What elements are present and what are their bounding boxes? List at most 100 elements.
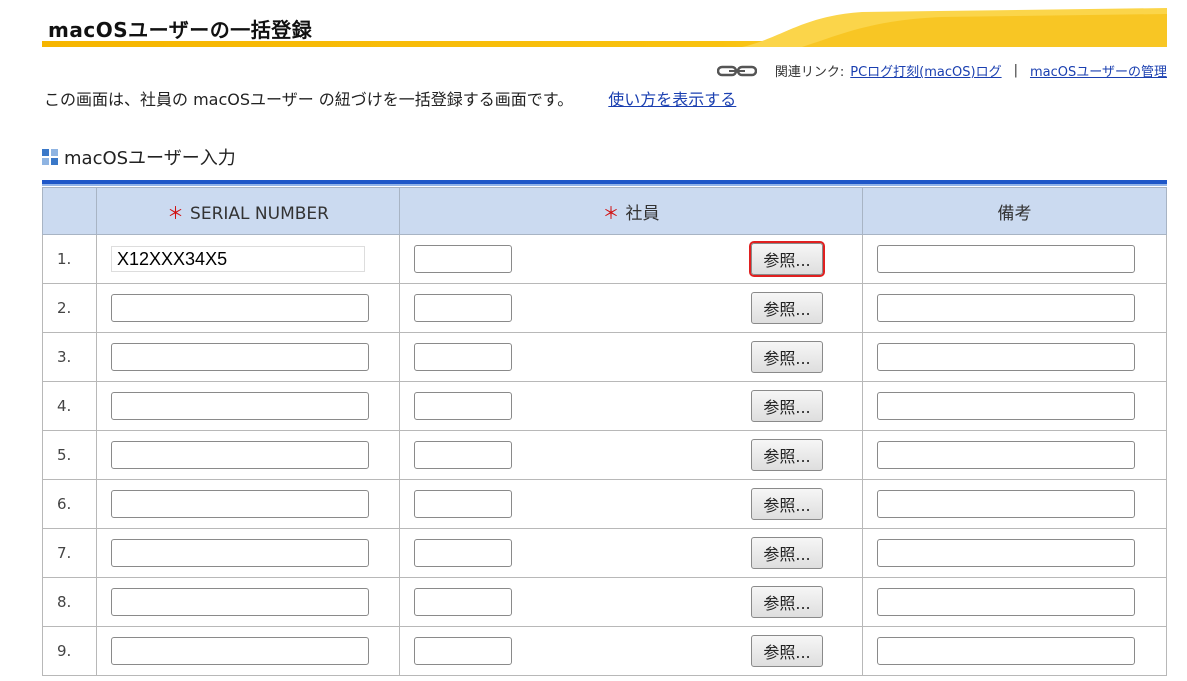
employee-input[interactable] — [414, 245, 512, 273]
note-input[interactable] — [877, 539, 1135, 567]
table-row: 2. 参照... — [42, 283, 1167, 333]
row-number: 8. — [42, 577, 97, 627]
serial-number-input[interactable] — [111, 246, 365, 272]
employee-input[interactable] — [414, 441, 512, 469]
intro-text-row: この画面は、社員の macOSユーザー の紐づけを一括登録する画面です。 使い方… — [44, 86, 736, 110]
note-input[interactable] — [877, 343, 1135, 371]
col-header-number — [42, 187, 97, 235]
note-input[interactable] — [877, 294, 1135, 322]
serial-cell — [96, 332, 400, 382]
row-number: 9. — [42, 626, 97, 676]
employee-cell: 参照... — [399, 234, 863, 284]
table-row: 4. 参照... — [42, 381, 1167, 431]
note-cell — [862, 381, 1167, 431]
employee-input[interactable] — [414, 392, 512, 420]
serial-cell — [96, 528, 400, 578]
reference-button[interactable]: 参照... — [751, 537, 823, 569]
page-title: macOSユーザーの一括登録 — [48, 18, 313, 42]
note-cell — [862, 626, 1167, 676]
reference-button[interactable]: 参照... — [751, 390, 823, 422]
serial-cell — [96, 283, 400, 333]
page-header: macOSユーザーの一括登録 — [42, 8, 1167, 48]
col-header-employee: ＊社員 — [399, 187, 863, 235]
serial-cell — [96, 626, 400, 676]
employee-cell: 参照... — [399, 430, 863, 480]
serial-number-input[interactable] — [111, 588, 369, 616]
employee-cell: 参照... — [399, 283, 863, 333]
employee-input[interactable] — [414, 343, 512, 371]
serial-number-input[interactable] — [111, 392, 369, 420]
section-heading: macOSユーザー入力 — [42, 144, 236, 170]
table-row: 9. 参照... — [42, 626, 1167, 676]
row-number: 3. — [42, 332, 97, 382]
row-number: 2. — [42, 283, 97, 333]
section-title: macOSユーザー入力 — [64, 148, 236, 169]
serial-number-input[interactable] — [111, 294, 369, 322]
reference-button[interactable]: 参照... — [751, 439, 823, 471]
required-mark: ＊ — [167, 203, 185, 224]
col-header-serial: ＊ SERIAL NUMBER — [96, 187, 400, 235]
show-help-link[interactable]: 使い方を表示する — [608, 90, 736, 109]
col-note-label: 備考 — [997, 203, 1032, 224]
note-input[interactable] — [877, 490, 1135, 518]
employee-input[interactable] — [414, 490, 512, 518]
row-number: 4. — [42, 381, 97, 431]
employee-cell: 参照... — [399, 381, 863, 431]
note-cell — [862, 577, 1167, 627]
employee-input[interactable] — [414, 588, 512, 616]
table-row: 6. 参照... — [42, 479, 1167, 529]
row-number: 7. — [42, 528, 97, 578]
serial-cell — [96, 381, 400, 431]
note-input[interactable] — [877, 245, 1135, 273]
row-number: 1. — [42, 234, 97, 284]
table-row: 3. 参照... — [42, 332, 1167, 382]
note-cell — [862, 528, 1167, 578]
reference-button[interactable]: 参照... — [751, 488, 823, 520]
col-employee-label: 社員 — [625, 203, 660, 224]
employee-input[interactable] — [414, 637, 512, 665]
links-separator: | — [1013, 63, 1018, 78]
row-number: 6. — [42, 479, 97, 529]
table-header-row: ＊ SERIAL NUMBER ＊社員 備考 — [42, 187, 1167, 235]
note-input[interactable] — [877, 392, 1135, 420]
reference-button[interactable]: 参照... — [751, 586, 823, 618]
table-row: 1. 参照... — [42, 234, 1167, 284]
serial-number-input[interactable] — [111, 441, 369, 469]
serial-number-input[interactable] — [111, 539, 369, 567]
employee-input[interactable] — [414, 539, 512, 567]
serial-number-input[interactable] — [111, 343, 369, 371]
note-input[interactable] — [877, 588, 1135, 616]
related-links: 関連リンク: PCログ打刻(macOS)ログ | macOSユーザーの管理 — [716, 61, 1167, 80]
table-row: 7. 参照... — [42, 528, 1167, 578]
reference-button[interactable]: 参照... — [751, 635, 823, 667]
note-cell — [862, 332, 1167, 382]
row-number: 5. — [42, 430, 97, 480]
note-cell — [862, 283, 1167, 333]
section-divider — [42, 180, 1167, 186]
reference-button[interactable]: 参照... — [751, 243, 823, 275]
col-serial-label: SERIAL NUMBER — [190, 203, 329, 224]
chain-link-icon — [716, 65, 757, 76]
table-row: 5. 参照... — [42, 430, 1167, 480]
reference-button[interactable]: 参照... — [751, 292, 823, 324]
note-input[interactable] — [877, 441, 1135, 469]
employee-cell: 参照... — [399, 528, 863, 578]
note-cell — [862, 479, 1167, 529]
serial-cell — [96, 234, 400, 284]
pc-log-link[interactable]: PCログ打刻(macOS)ログ — [850, 61, 1001, 80]
serial-number-input[interactable] — [111, 637, 369, 665]
macos-user-manage-link[interactable]: macOSユーザーの管理 — [1030, 61, 1167, 80]
employee-cell: 参照... — [399, 332, 863, 382]
registration-table: ＊SERIAL NUMBER ＊社員 備考 1.参照...2.参照...3.参照… — [42, 187, 1167, 676]
reference-button[interactable]: 参照... — [751, 341, 823, 373]
employee-input[interactable] — [414, 294, 512, 322]
required-mark: ＊ — [602, 203, 620, 224]
serial-cell — [96, 577, 400, 627]
note-cell — [862, 430, 1167, 480]
serial-cell — [96, 479, 400, 529]
note-input[interactable] — [877, 637, 1135, 665]
col-header-note: 備考 — [862, 187, 1167, 235]
intro-text: この画面は、社員の macOSユーザー の紐づけを一括登録する画面です。 — [44, 90, 574, 109]
serial-cell — [96, 430, 400, 480]
serial-number-input[interactable] — [111, 490, 369, 518]
